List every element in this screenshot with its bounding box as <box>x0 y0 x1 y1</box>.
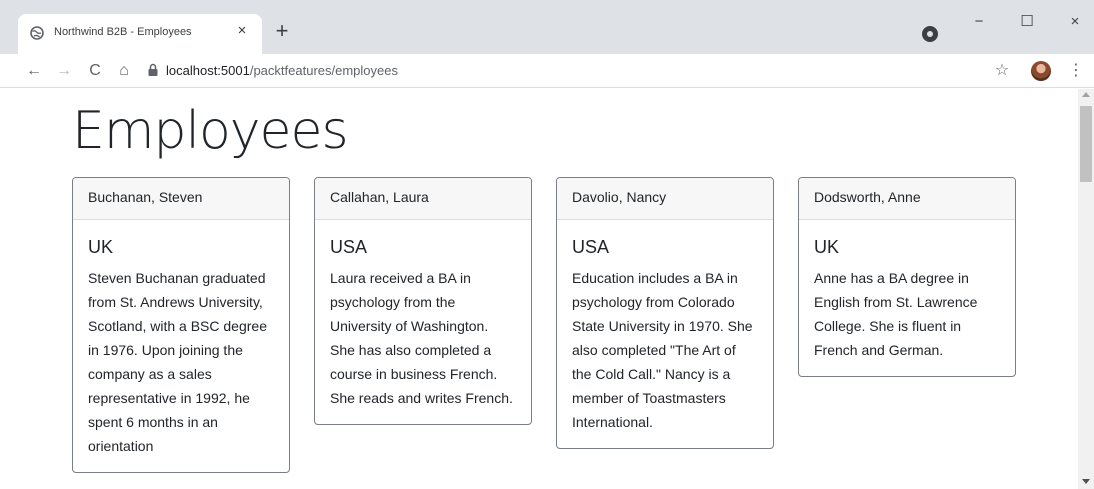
employee-country: UK <box>814 237 840 257</box>
employee-name: Davolio, Nancy <box>557 178 773 220</box>
url-path: /packtfeatures/employees <box>249 63 398 78</box>
back-button[interactable]: ← <box>22 59 46 83</box>
employee-card: Callahan, Laura USA Laura received a BA … <box>314 177 532 425</box>
employee-notes: Laura received a BA in psychology from t… <box>330 270 513 406</box>
scroll-up-arrow-icon[interactable] <box>1082 92 1090 97</box>
employee-card: Buchanan, Steven UK Steven Buchanan grad… <box>72 177 290 473</box>
employee-name: Callahan, Laura <box>315 178 531 220</box>
card-body: UK Anne has a BA degree in English from … <box>799 220 1015 376</box>
employee-notes: Anne has a BA degree in English from St.… <box>814 270 978 358</box>
url-host: localhost:5001 <box>166 63 250 78</box>
tab-close-icon[interactable]: × <box>232 21 252 41</box>
employee-name: Dodsworth, Anne <box>799 178 1015 220</box>
bookmark-star-icon[interactable]: ☆ <box>990 59 1014 83</box>
employee-card: Dodsworth, Anne UK Anne has a BA degree … <box>798 177 1016 377</box>
avatar[interactable] <box>1031 61 1051 81</box>
page-title: Employees <box>72 101 349 161</box>
maximize-button[interactable]: ☐ <box>1012 10 1042 34</box>
browser-toolbar: ← → C ⌂ localhost:5001/packtfeatures/emp… <box>0 54 1094 88</box>
address-bar[interactable]: localhost:5001/packtfeatures/employees <box>166 63 398 78</box>
card-body: UK Steven Buchanan graduated from St. An… <box>73 220 289 472</box>
profile-icon[interactable] <box>922 26 938 42</box>
employee-card: Davolio, Nancy USA Education includes a … <box>556 177 774 449</box>
card-body: USA Laura received a BA in psychology fr… <box>315 220 531 424</box>
home-button[interactable]: ⌂ <box>112 59 136 83</box>
lock-icon[interactable] <box>147 63 159 77</box>
menu-icon[interactable]: ⋮ <box>1066 59 1086 83</box>
employee-name: Buchanan, Steven <box>73 178 289 220</box>
employee-country: UK <box>88 237 114 257</box>
close-window-button[interactable]: × <box>1060 10 1090 34</box>
reload-button[interactable]: C <box>83 59 107 83</box>
page-viewport: Employees Buchanan, Steven UK Steven Buc… <box>0 89 1078 489</box>
scroll-down-arrow-icon[interactable] <box>1082 479 1090 484</box>
employee-notes: Steven Buchanan graduated from St. Andre… <box>88 270 267 454</box>
forward-button[interactable]: → <box>52 59 76 83</box>
new-tab-button[interactable]: + <box>268 18 296 46</box>
minimize-button[interactable]: − <box>964 10 994 34</box>
browser-tab[interactable]: Northwind B2B - Employees × <box>18 14 262 54</box>
tab-strip: Northwind B2B - Employees × + − ☐ × <box>0 0 1094 54</box>
employee-notes: Education includes a BA in psychology fr… <box>572 270 753 430</box>
scroll-thumb[interactable] <box>1080 106 1092 182</box>
vertical-scrollbar[interactable] <box>1078 89 1094 489</box>
employee-country: USA <box>330 237 368 257</box>
card-body: USA Education includes a BA in psycholog… <box>557 220 773 448</box>
tab-title: Northwind B2B - Employees <box>54 26 192 38</box>
employee-country: USA <box>572 237 610 257</box>
globe-icon <box>30 26 44 40</box>
